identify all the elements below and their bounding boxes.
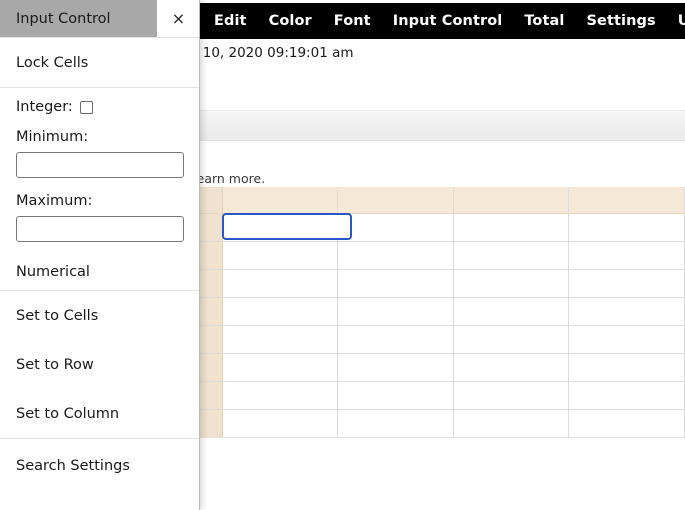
minimum-input[interactable] — [16, 152, 184, 178]
grid-cell[interactable] — [568, 297, 685, 326]
grid-cell[interactable] — [337, 409, 454, 438]
grid-cell[interactable] — [337, 381, 454, 410]
panel-body: Lock Cells Integer: Minimum: Maximum: Nu… — [0, 38, 199, 510]
panel-item-label: Set to Cells — [16, 307, 99, 324]
menu-input-control[interactable]: Input Control — [393, 13, 503, 29]
grid-cell[interactable] — [453, 353, 570, 382]
menu-settings[interactable]: Settings — [586, 13, 655, 29]
panel-item-label: Set to Column — [16, 405, 120, 422]
panel-item-numerical[interactable]: Numerical — [0, 254, 199, 290]
menu-edit[interactable]: Edit — [214, 13, 247, 29]
grid-header-cell[interactable] — [337, 187, 454, 214]
grid-cell[interactable] — [453, 269, 570, 298]
grid-cell[interactable] — [222, 353, 339, 382]
grid-cell[interactable] — [222, 241, 339, 270]
grid-cell[interactable] — [453, 325, 570, 354]
grid-cell[interactable] — [222, 297, 339, 326]
panel-item-label: Search Settings — [16, 458, 130, 474]
minimum-label: Minimum: — [16, 129, 89, 145]
grid-header-cell[interactable] — [222, 187, 339, 214]
panel-titlebar: Input Control × — [0, 0, 199, 38]
grid-cell[interactable] — [337, 241, 454, 270]
panel-item-label: Set to Row — [16, 356, 94, 373]
menu-bar: Edit Color Font Input Control Total Sett… — [200, 3, 685, 39]
integer-field-row: Integer: — [0, 88, 199, 126]
grid-cell[interactable] — [453, 213, 570, 242]
grid-cell[interactable] — [337, 269, 454, 298]
integer-checkbox[interactable] — [79, 100, 93, 114]
menu-font[interactable]: Font — [334, 13, 371, 29]
panel-item-delete[interactable]: DELETE — [0, 493, 199, 510]
panel-item-lock-cells[interactable]: Lock Cells — [0, 38, 199, 87]
grid-cell[interactable] — [222, 269, 339, 298]
panel-item-set-to-column[interactable]: Set to Column — [0, 389, 199, 438]
panel-item-set-to-cells[interactable]: Set to Cells — [0, 291, 199, 340]
grid-cell[interactable] — [222, 381, 339, 410]
grid-cell[interactable] — [568, 353, 685, 382]
grid-cell[interactable] — [453, 297, 570, 326]
panel-item-label: Lock Cells — [16, 54, 89, 71]
grid-cell[interactable] — [568, 213, 685, 242]
menu-color[interactable]: Color — [269, 13, 312, 29]
grid-cell[interactable] — [568, 325, 685, 354]
menu-users[interactable]: Users — [678, 13, 685, 29]
input-control-panel: Input Control × Lock Cells Integer: Mini… — [0, 0, 200, 510]
grid-cell[interactable] — [568, 409, 685, 438]
grid-cell[interactable] — [337, 353, 454, 382]
grid-cell[interactable] — [222, 409, 339, 438]
grid-cell[interactable] — [337, 325, 454, 354]
maximum-label: Maximum: — [16, 193, 93, 209]
grid-header-cell[interactable] — [453, 187, 570, 214]
grid-cell[interactable] — [453, 241, 570, 270]
grid-cell[interactable] — [337, 297, 454, 326]
close-icon[interactable]: × — [157, 0, 199, 37]
maximum-input[interactable] — [16, 216, 184, 242]
selected-cell-outline[interactable] — [222, 213, 352, 240]
panel-item-search-settings[interactable]: Search Settings — [0, 439, 199, 493]
panel-title: Input Control — [0, 0, 157, 37]
grid-cell[interactable] — [568, 269, 685, 298]
menu-total[interactable]: Total — [524, 13, 564, 29]
grid-cell[interactable] — [337, 213, 454, 242]
grid-header-cell[interactable] — [568, 187, 685, 214]
grid-cell[interactable] — [453, 381, 570, 410]
grid-cell[interactable] — [222, 325, 339, 354]
app-window: Edit Color Font Input Control Total Sett… — [0, 0, 685, 510]
panel-item-label: Numerical — [16, 264, 90, 280]
grid-cell[interactable] — [568, 381, 685, 410]
panel-item-set-to-row[interactable]: Set to Row — [0, 340, 199, 389]
integer-label: Integer: — [16, 99, 73, 115]
grid-cell[interactable] — [568, 241, 685, 270]
grid-cell[interactable] — [453, 409, 570, 438]
